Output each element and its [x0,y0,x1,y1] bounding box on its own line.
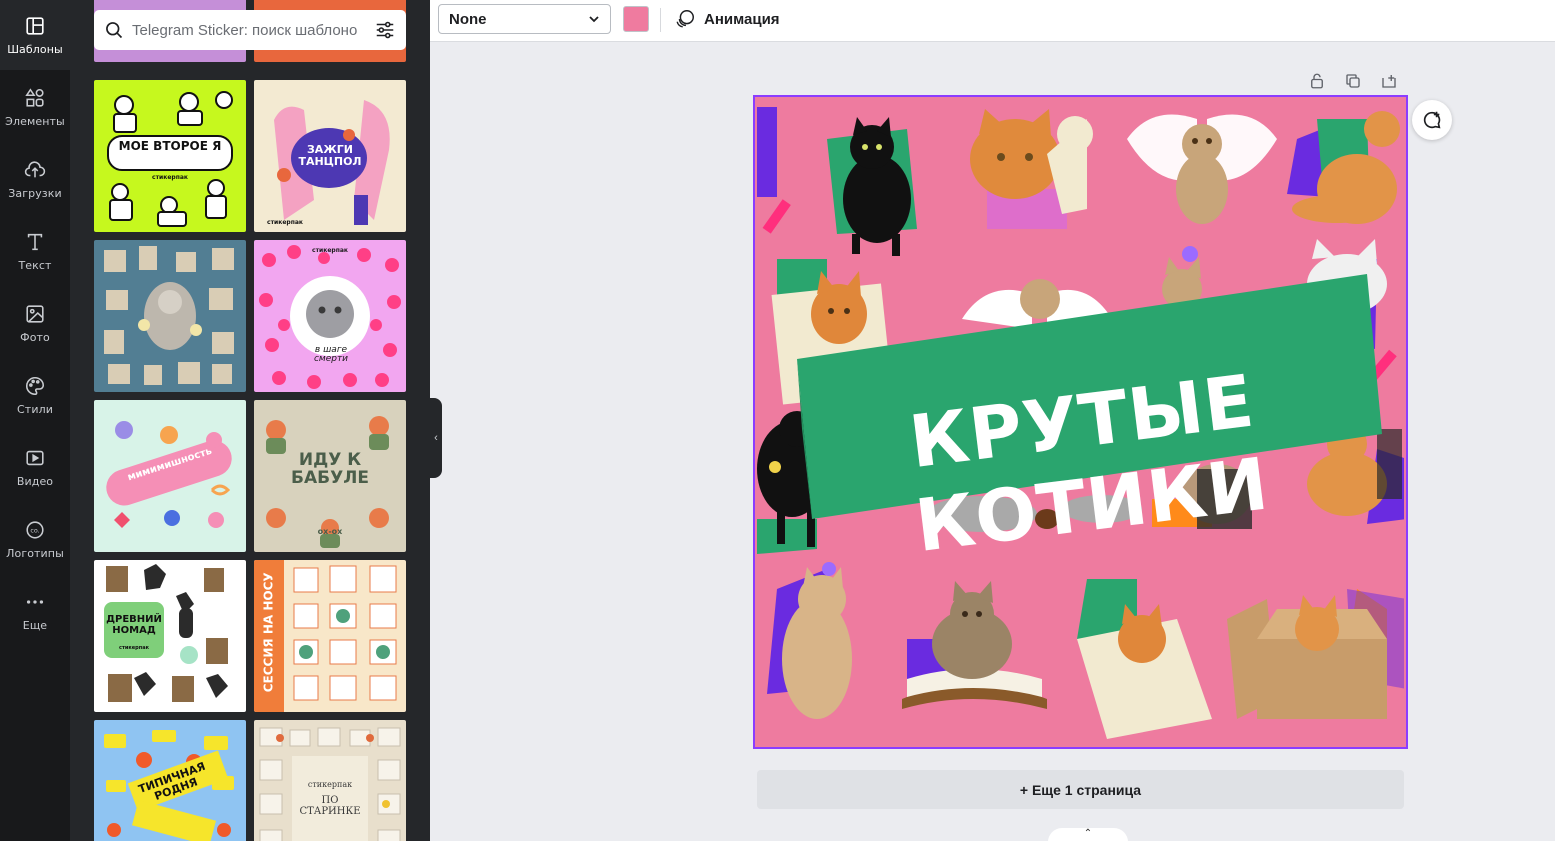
editor-app: Шаблоны Элементы Загрузки Текст Фото Сти… [0,0,1555,841]
animation-label: Анимация [704,10,780,28]
template-title: ЗАЖГИ ТАНЦПОЛ [298,143,362,168]
design-canvas[interactable]: КРУТЫЕ КОТИКИ [753,95,1408,749]
cloud-upload-icon [24,160,46,177]
comment-add-icon [1423,111,1441,129]
lock-page-button[interactable] [1306,70,1328,92]
add-page-top-button[interactable] [1378,70,1400,92]
lock-icon [1311,73,1323,89]
animation-button[interactable]: Анимация [674,6,780,32]
template-tile[interactable]: в шаге смерти стикерпак [254,240,406,392]
rail-label: Видео [16,474,54,488]
template-title: СЕССИЯ НА НОСУ [261,572,276,693]
template-tile[interactable] [94,240,246,392]
chevron-up-icon: ⌃ [1083,828,1093,839]
template-sub: стикерпак [152,174,188,181]
filter-icon[interactable] [374,19,396,41]
page-tools [1306,70,1400,92]
rail-item-uploads[interactable]: Загрузки [0,144,70,214]
add-page-button[interactable]: + Еще 1 страница [757,770,1404,809]
image-icon [26,304,44,323]
side-rail: Шаблоны Элементы Загрузки Текст Фото Сти… [0,0,70,841]
color-swatch[interactable] [623,6,649,32]
design-background: КРУТЫЕ КОТИКИ [757,99,1404,745]
rail-item-elements[interactable]: Элементы [0,72,70,142]
more-icon [26,599,44,604]
layout-icon [26,16,44,35]
search-icon [106,22,123,39]
templates-panel: МОЕ ВТОРОЕ Я стикерпак ЗАЖГИ ТАНЦПОЛ сти… [70,0,430,841]
cat-16 [1227,595,1387,719]
rail-item-more[interactable]: Еще [0,576,70,646]
template-title: МОЕ ВТОРОЕ Я [118,139,222,153]
palette-icon [26,376,45,395]
template-sub: ох-ох [317,527,343,536]
logo-icon: co. [26,520,44,539]
top-toolbar: None Анимация [430,0,1555,42]
rail-label: Шаблоны [7,42,63,56]
rail-label: Еще [22,618,48,632]
cat-3 [1127,114,1277,224]
duplicate-icon [1346,74,1360,88]
search-input[interactable] [132,21,366,39]
add-page-label: + Еще 1 страница [1019,781,1142,798]
template-tile[interactable]: МОЕ ВТОРОЕ Я стикерпак [94,80,246,232]
template-tile[interactable]: ТИПИЧНАЯ РОДНЯ [94,720,246,841]
rail-item-video[interactable]: Видео [0,432,70,502]
rail-label: Элементы [5,114,65,128]
shapes-icon [25,87,44,107]
rail-item-logos[interactable]: co. Логотипы [0,504,70,574]
duplicate-page-button[interactable] [1342,70,1364,92]
rail-label: Текст [18,258,52,272]
pages-drawer-toggle[interactable]: ⌃ [1048,828,1128,841]
chevron-down-icon [589,16,599,23]
template-tile[interactable]: ДРЕВНИЙ НОМАД стикерпак [94,560,246,712]
toolbar-divider [660,8,661,32]
template-sub: стикерпак [307,780,353,789]
template-sub: стикерпак [119,645,149,651]
font-select-value: None [449,10,487,28]
template-title: ДРЕВНИЙ НОМАД [106,614,162,636]
font-select[interactable]: None [438,4,611,34]
rail-item-templates[interactable]: Шаблоны [0,0,70,70]
template-title: ПО СТАРИНКЕ [299,795,361,817]
add-comment-button[interactable] [1412,100,1452,140]
search-bar [94,10,406,50]
template-tile[interactable]: ПО СТАРИНКЕ стикерпак [254,720,406,841]
template-tile[interactable]: ЗАЖГИ ТАНЦПОЛ стикерпак [254,80,406,232]
rail-item-text[interactable]: Текст [0,216,70,286]
add-page-icon [1382,75,1396,88]
rail-item-styles[interactable]: Стили [0,360,70,430]
template-tile[interactable]: мимимишность [94,400,246,552]
template-tile[interactable]: ИДУ К БАБУЛЕ ох-ох [254,400,406,552]
video-icon [26,450,44,465]
collapse-panel-button[interactable]: ‹ [430,398,442,478]
svg-text:co.: co. [30,526,39,534]
template-title: ИДУ К БАБУЛЕ [291,450,369,488]
text-icon [27,233,43,250]
rail-label: Логотипы [6,546,64,560]
template-tile[interactable]: СЕССИЯ НА НОСУ [254,560,406,712]
template-sub: стикерпак [267,219,303,226]
template-title: в шаге смерти [313,345,349,365]
rail-label: Фото [20,330,50,344]
rail-label: Стили [17,402,53,416]
rail-item-photos[interactable]: Фото [0,288,70,358]
chevron-left-icon: ‹ [434,432,438,444]
animation-icon [676,10,694,28]
template-sub: стикерпак [312,247,348,254]
rail-label: Загрузки [8,186,62,200]
